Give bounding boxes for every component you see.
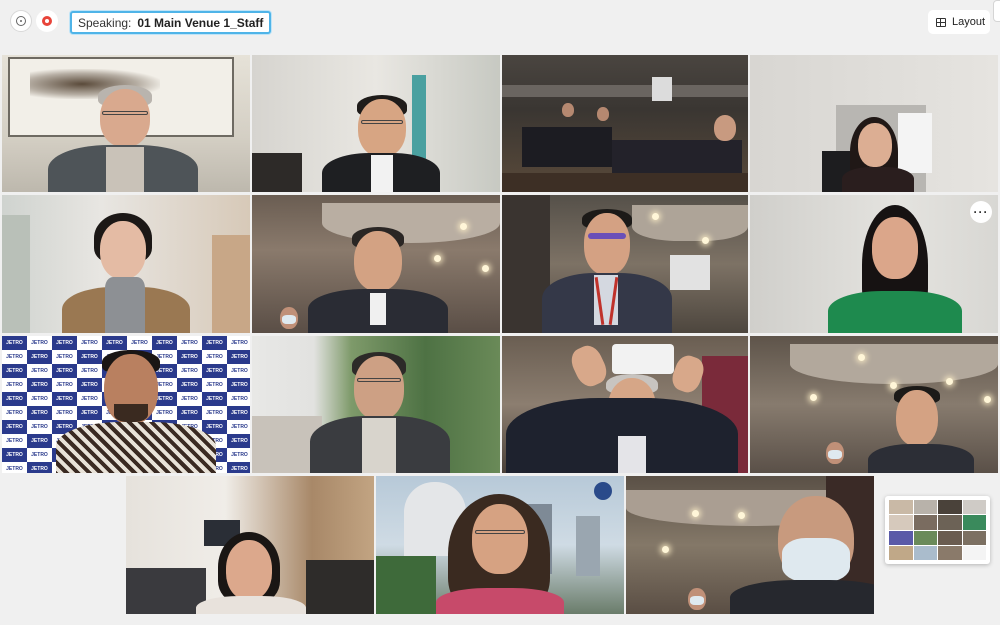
video-tile-9[interactable]: JETRO JETRO JETRO JETRO JETRO JETRO JETRO JETRO… xyxy=(2,336,250,473)
tile-more-options-button[interactable]: ··· xyxy=(970,201,992,223)
video-tile-4[interactable] xyxy=(750,55,998,192)
backdrop-logo: JETRO xyxy=(227,420,250,434)
video-tile-11[interactable] xyxy=(502,336,748,473)
video-tile-15[interactable] xyxy=(626,476,874,614)
video-tile-12[interactable] xyxy=(750,336,998,473)
video-tile-8[interactable]: ··· xyxy=(750,195,998,333)
backdrop-logo: JETRO xyxy=(52,364,77,378)
backdrop-logo: JETRO xyxy=(202,336,227,350)
backdrop-logo: JETRO xyxy=(77,378,102,392)
layout-label: Layout xyxy=(952,16,986,28)
backdrop-logo: JETRO xyxy=(27,434,52,448)
backdrop-logo: JETRO xyxy=(2,448,27,462)
active-speaker-indicator: Speaking: 01 Main Venue 1_Staff xyxy=(70,11,272,34)
info-button[interactable] xyxy=(10,10,32,32)
record-icon xyxy=(42,16,52,26)
speaker-name: 01 Main Venue 1_Staff xyxy=(137,15,264,30)
backdrop-logo: JETRO xyxy=(27,406,52,420)
record-button[interactable] xyxy=(36,10,58,32)
backdrop-logo: JETRO xyxy=(227,350,250,364)
backdrop-logo: JETRO xyxy=(77,406,102,420)
backdrop-logo: JETRO xyxy=(202,350,227,364)
backdrop-logo: JETRO xyxy=(2,406,27,420)
backdrop-logo: JETRO xyxy=(27,420,52,434)
overview-grid xyxy=(889,500,986,560)
backdrop-logo: JETRO xyxy=(202,378,227,392)
backdrop-logo: JETRO xyxy=(2,392,27,406)
backdrop-logo: JETRO xyxy=(77,364,102,378)
top-bar: Speaking: 01 Main Venue 1_Staff Layout xyxy=(0,0,1000,44)
backdrop-logo: JETRO xyxy=(77,336,102,350)
side-panel-handle[interactable] xyxy=(993,0,1000,22)
backdrop-logo: JETRO xyxy=(227,462,250,473)
gallery-overview-thumbnail[interactable] xyxy=(885,496,990,564)
backdrop-logo: JETRO xyxy=(127,336,152,350)
backdrop-logo: JETRO xyxy=(27,462,52,473)
backdrop-logo: JETRO xyxy=(152,406,177,420)
backdrop-logo: JETRO xyxy=(77,392,102,406)
video-tile-1[interactable] xyxy=(2,55,250,192)
info-circle-icon xyxy=(16,16,26,26)
video-tile-7[interactable] xyxy=(502,195,748,333)
video-tile-10[interactable] xyxy=(252,336,500,473)
backdrop-logo: JETRO xyxy=(227,392,250,406)
backdrop-logo: JETRO xyxy=(2,364,27,378)
video-tile-2[interactable] xyxy=(252,55,500,192)
backdrop-logo: JETRO xyxy=(2,336,27,350)
backdrop-logo: JETRO xyxy=(27,378,52,392)
backdrop-logo: JETRO xyxy=(227,336,250,350)
backdrop-logo: JETRO xyxy=(227,448,250,462)
backdrop-logo: JETRO xyxy=(227,434,250,448)
backdrop-logo: JETRO xyxy=(27,364,52,378)
backdrop-logo: JETRO xyxy=(27,336,52,350)
backdrop-logo: JETRO xyxy=(177,336,202,350)
backdrop-logo: JETRO xyxy=(52,392,77,406)
backdrop-logo: JETRO xyxy=(2,462,27,473)
backdrop-logo: JETRO xyxy=(27,350,52,364)
backdrop-logo: JETRO xyxy=(152,336,177,350)
backdrop-logo: JETRO xyxy=(52,336,77,350)
video-tile-6[interactable] xyxy=(252,195,500,333)
backdrop-logo: JETRO xyxy=(177,406,202,420)
video-tile-13[interactable] xyxy=(126,476,374,614)
video-tile-14[interactable] xyxy=(376,476,624,614)
backdrop-logo: JETRO xyxy=(177,392,202,406)
backdrop-logo: JETRO xyxy=(202,364,227,378)
backdrop-logo: JETRO xyxy=(202,392,227,406)
backdrop-logo: JETRO xyxy=(227,364,250,378)
backdrop-logo: JETRO xyxy=(2,378,27,392)
backdrop-logo: JETRO xyxy=(202,420,227,434)
video-tile-5[interactable] xyxy=(2,195,250,333)
backdrop-logo: JETRO xyxy=(227,406,250,420)
backdrop-logo: JETRO xyxy=(177,364,202,378)
backdrop-logo: JETRO xyxy=(27,448,52,462)
backdrop-logo: JETRO xyxy=(2,350,27,364)
backdrop-logo: JETRO xyxy=(2,434,27,448)
grid-icon xyxy=(936,17,946,27)
backdrop-logo: JETRO xyxy=(202,406,227,420)
backdrop-logo: JETRO xyxy=(2,420,27,434)
backdrop-logo: JETRO xyxy=(102,336,127,350)
backdrop-logo: JETRO xyxy=(177,350,202,364)
speaking-label: Speaking: xyxy=(78,15,132,30)
backdrop-logo: JETRO xyxy=(27,392,52,406)
backdrop-logo: JETRO xyxy=(177,378,202,392)
backdrop-logo: JETRO xyxy=(52,406,77,420)
video-tile-3[interactable] xyxy=(502,55,748,192)
layout-button[interactable]: Layout xyxy=(928,10,990,34)
backdrop-logo: JETRO xyxy=(227,378,250,392)
backdrop-logo: JETRO xyxy=(77,350,102,364)
backdrop-logo: JETRO xyxy=(52,350,77,364)
backdrop-logo: JETRO xyxy=(52,378,77,392)
